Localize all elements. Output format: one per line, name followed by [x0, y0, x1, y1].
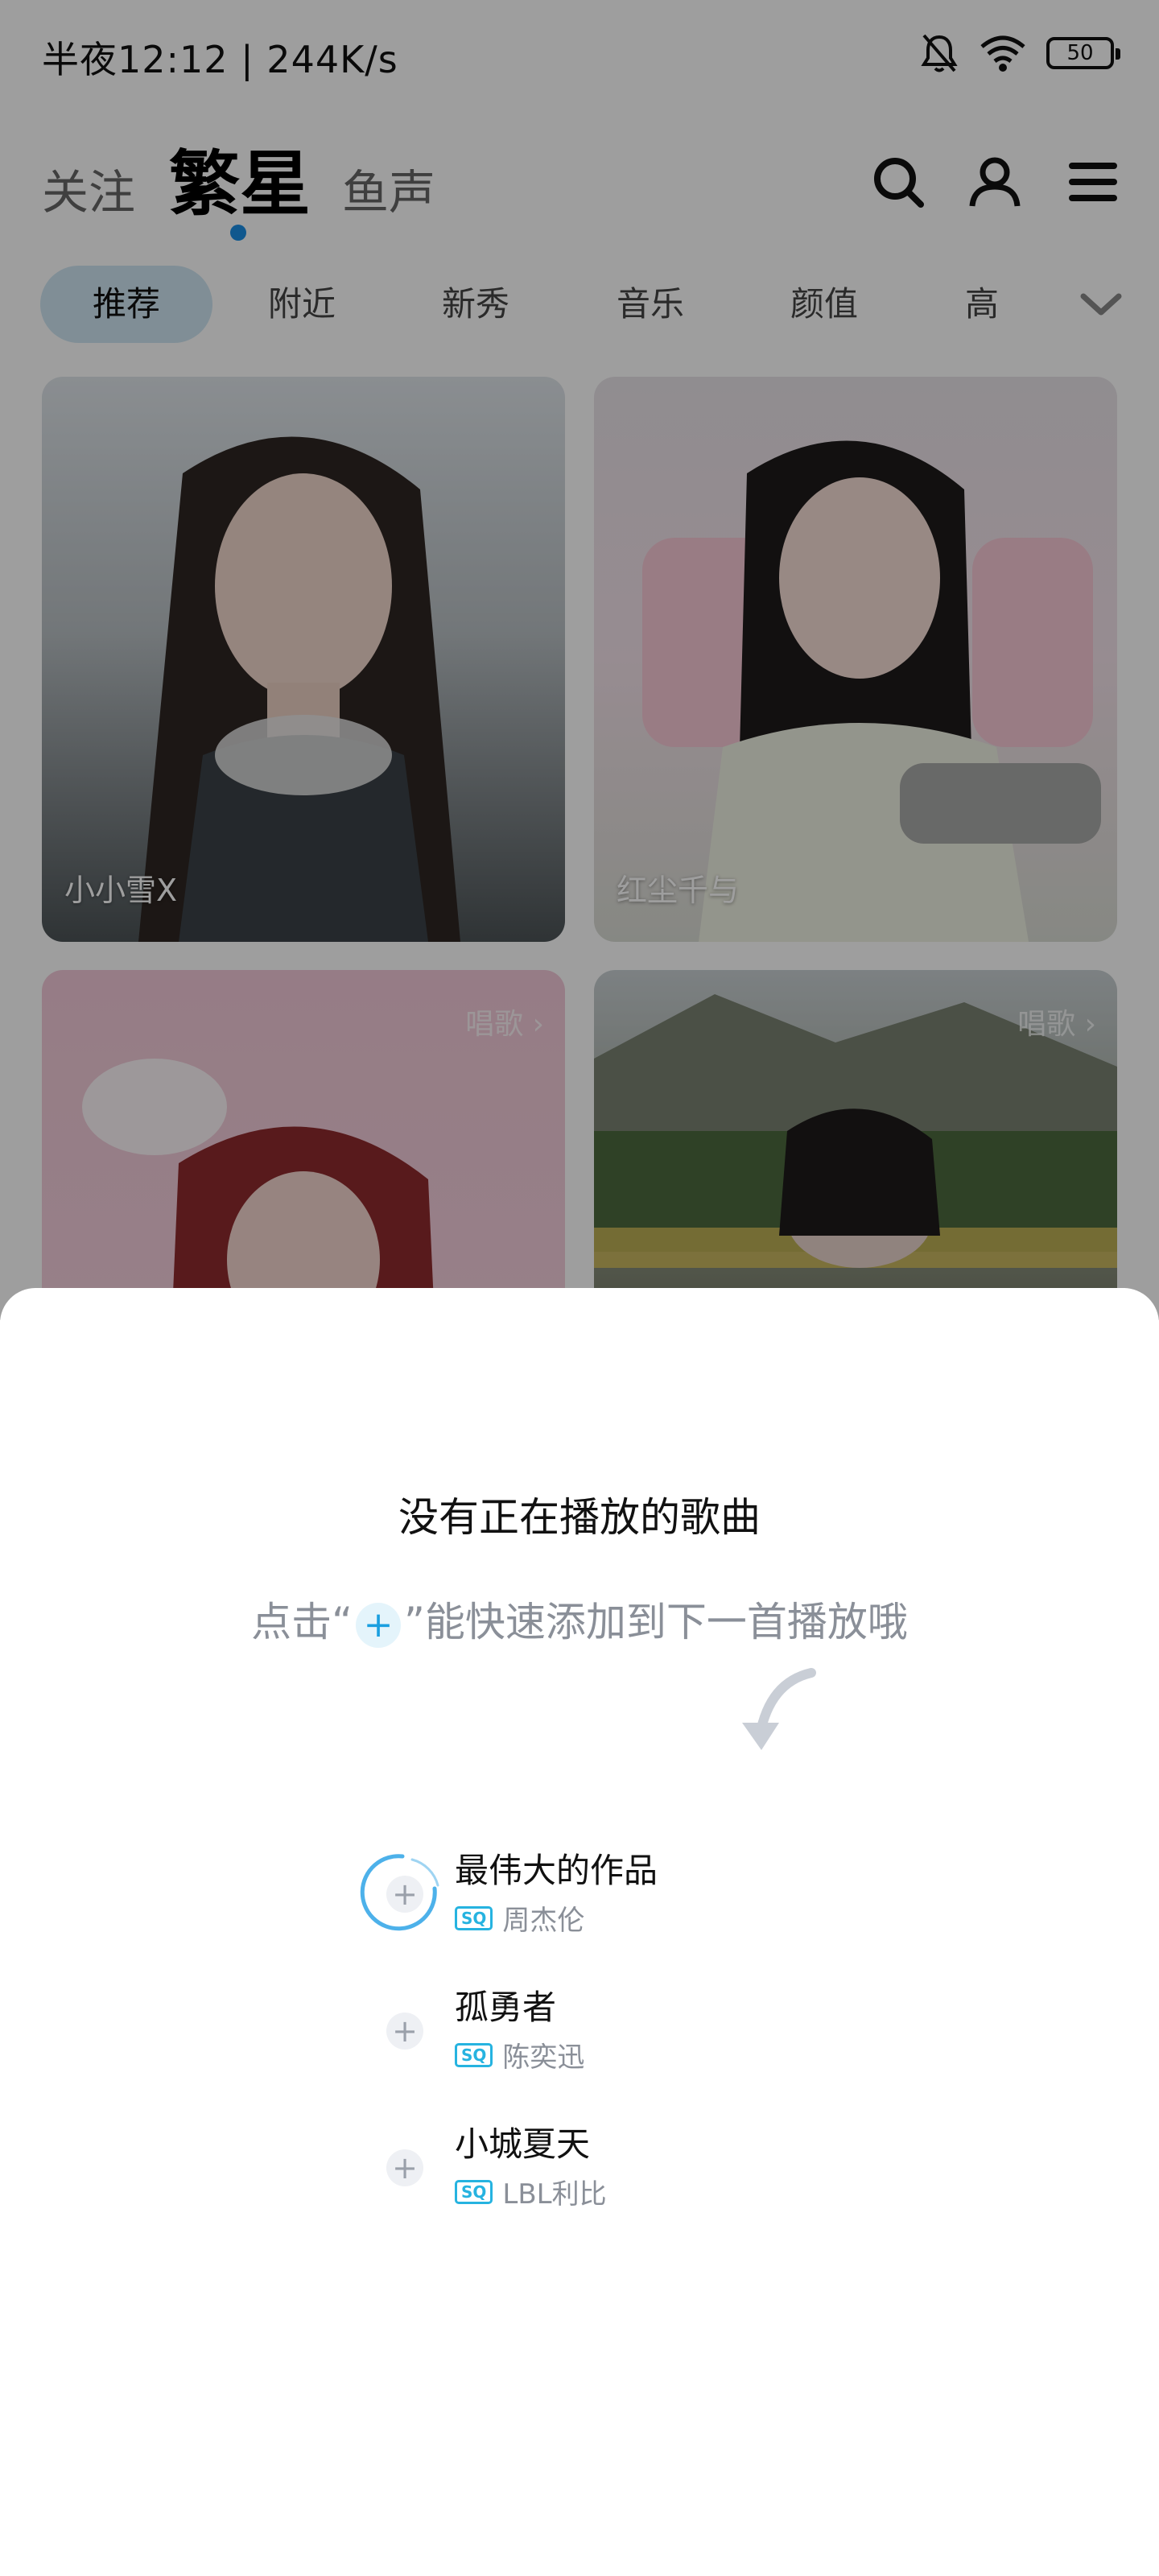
sq-badge: SQ: [455, 1905, 493, 1930]
song-artist: 陈奕迅: [502, 2041, 585, 2074]
song-item[interactable]: + 小城夏天 SQ LBL利比: [354, 2117, 918, 2222]
empty-state-title: 没有正在播放的歌曲: [398, 1494, 761, 1541]
empty-state-hint: 点击“ + ”能快速添加到下一首播放哦: [0, 1590, 1159, 1648]
hint-text-start: 点击“: [251, 1599, 353, 1645]
sq-badge: SQ: [455, 2179, 493, 2204]
song-title: 小城夏天: [455, 2124, 591, 2164]
add-to-next-button[interactable]: +: [386, 1876, 423, 1913]
song-artist: 周杰伦: [502, 1905, 585, 1937]
modal-backdrop[interactable]: [0, 0, 1159, 1320]
song-meta: SQ 陈奕迅: [455, 2035, 584, 2074]
song-title: 最伟大的作品: [455, 1851, 658, 1890]
add-to-next-button[interactable]: +: [386, 2149, 423, 2186]
curved-arrow-icon: [742, 1668, 816, 1750]
song-meta: SQ 周杰伦: [455, 1898, 584, 1938]
song-item[interactable]: + 最伟大的作品 SQ 周杰伦: [354, 1843, 918, 1948]
app-page: 小小雪X 红尘千与 唱歌 › 唱歌 › 半夜12:12 | 244K/s 50 …: [0, 0, 1159, 2576]
hint-text-end: ”能快速添加到下一首播放哦: [404, 1599, 908, 1645]
song-artist: LBL利比: [502, 2178, 607, 2211]
song-item[interactable]: + 孤勇者 SQ 陈奕迅: [354, 1980, 918, 2085]
add-to-next-button[interactable]: +: [386, 2013, 423, 2050]
sq-badge: SQ: [455, 2042, 493, 2067]
song-meta: SQ LBL利比: [455, 2172, 607, 2211]
plus-icon: +: [356, 1602, 401, 1648]
song-title: 孤勇者: [455, 1988, 557, 2027]
playlist-sheet: 没有正在播放的歌曲 点击“ + ”能快速添加到下一首播放哦 + 最伟大的作品 SQ …: [0, 1288, 1159, 2576]
